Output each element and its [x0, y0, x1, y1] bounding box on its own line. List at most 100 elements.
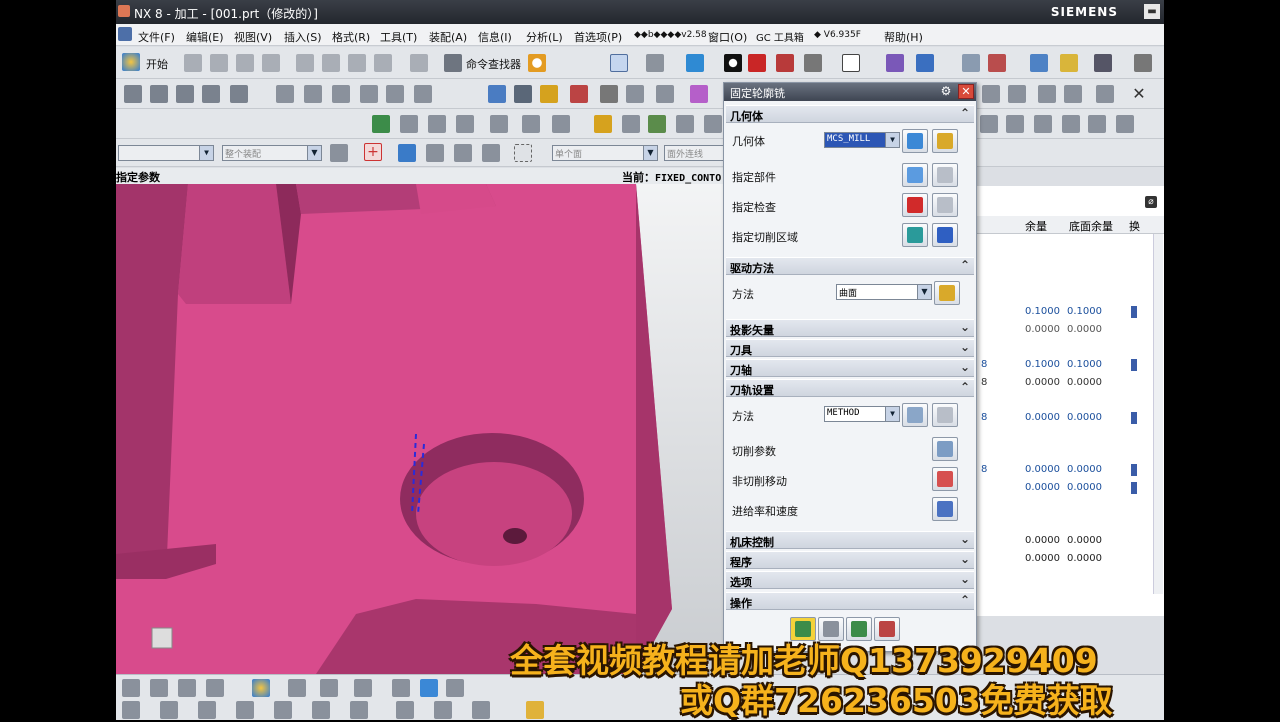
table-icon[interactable]: [962, 54, 980, 72]
op-tool-4-icon[interactable]: [490, 115, 508, 133]
assembly-filter[interactable]: 整个装配 ▼: [222, 145, 322, 161]
open-icon[interactable]: [210, 54, 228, 72]
nav-row[interactable]: 8 0.0000 0.0000: [977, 462, 1153, 479]
red-cube-icon[interactable]: [748, 54, 766, 72]
arrow-icon[interactable]: [398, 144, 416, 162]
create-geometry-icon[interactable]: [176, 85, 194, 103]
copy-icon[interactable]: [322, 54, 340, 72]
wcs-icon[interactable]: [916, 54, 934, 72]
bottom-tool-20-icon[interactable]: [434, 701, 452, 719]
menu-edit[interactable]: 编辑(E): [186, 29, 224, 45]
op-tool-8-icon[interactable]: [622, 115, 640, 133]
zoom-icon[interactable]: [1008, 85, 1026, 103]
create-program-icon[interactable]: [124, 85, 142, 103]
create-operation-icon[interactable]: [230, 85, 248, 103]
section-actions[interactable]: 操作 ⌃: [726, 592, 974, 610]
render-style-icon[interactable]: [646, 54, 664, 72]
op-tool-7-icon[interactable]: [594, 115, 612, 133]
section-options[interactable]: 选项 ⌄: [726, 571, 974, 589]
menu-version[interactable]: ◆ V6.935F: [814, 30, 861, 40]
select-feature-icon[interactable]: [454, 144, 472, 162]
nav-row[interactable]: 0.0000 0.0000: [977, 322, 1153, 339]
bottom-tool-10-icon[interactable]: [420, 679, 438, 697]
op-tool-17-icon[interactable]: [1116, 115, 1134, 133]
edit-op-icon[interactable]: [414, 85, 432, 103]
menu-assembly[interactable]: 装配(A): [429, 29, 467, 45]
fit-view-icon[interactable]: [610, 54, 628, 72]
section-program[interactable]: 程序 ⌄: [726, 551, 974, 569]
bottom-tool-17-icon[interactable]: [312, 701, 330, 719]
list-icon[interactable]: [570, 85, 588, 103]
bottom-tool-1-icon[interactable]: [122, 679, 140, 697]
verify-icon[interactable]: [540, 85, 558, 103]
bottom-tool-14-icon[interactable]: [198, 701, 216, 719]
layer-icon[interactable]: [776, 54, 794, 72]
nav-row[interactable]: 8 0.1000 0.1000: [977, 357, 1153, 374]
bottom-tool-12-icon[interactable]: [122, 701, 140, 719]
face-rule[interactable]: 单个面 ▼: [552, 145, 658, 161]
section-geometry[interactable]: 几何体 ⌃: [726, 105, 974, 123]
start-icon[interactable]: [122, 53, 140, 71]
new-geometry-button[interactable]: [902, 129, 928, 153]
edit-drive-button[interactable]: [934, 281, 960, 305]
curve-rule[interactable]: 面外连线: [664, 145, 724, 161]
op-tool-12-icon[interactable]: [980, 115, 998, 133]
shop-doc-icon[interactable]: [626, 85, 644, 103]
section-path-settings[interactable]: 刀轨设置 ⌃: [726, 379, 974, 397]
print-icon[interactable]: [262, 54, 280, 72]
bottom-tool-19-icon[interactable]: [396, 701, 414, 719]
background-icon[interactable]: [842, 54, 860, 72]
measure-icon[interactable]: [988, 54, 1006, 72]
command-finder[interactable]: 命令查找器: [466, 56, 521, 72]
section-icon[interactable]: [804, 54, 822, 72]
graphics-window[interactable]: [116, 184, 728, 674]
display-cut-area-button[interactable]: [932, 223, 958, 247]
section-projection[interactable]: 投影矢量 ⌄: [726, 319, 974, 337]
display-check-button[interactable]: [932, 193, 958, 217]
machine-view-icon[interactable]: [304, 85, 322, 103]
type-filter[interactable]: ▼: [118, 145, 214, 161]
undo-icon[interactable]: [410, 54, 428, 72]
bottom-tool-5-icon[interactable]: [252, 679, 270, 697]
geometry-select[interactable]: MCS_MILL ▼: [824, 132, 900, 148]
batch-icon[interactable]: [690, 85, 708, 103]
op-tool-14-icon[interactable]: [1034, 115, 1052, 133]
sketch-icon[interactable]: [1030, 54, 1048, 72]
nav-row[interactable]: 0.0000 0.0000: [977, 551, 1153, 568]
close-button[interactable]: ✕: [958, 84, 974, 99]
paste-icon[interactable]: [348, 54, 366, 72]
op-tool-11-icon[interactable]: [704, 115, 722, 133]
move-object-icon[interactable]: [886, 54, 904, 72]
menu-gc-toolbox[interactable]: GC 工具箱: [756, 29, 804, 44]
menu-insert[interactable]: 插入(S): [284, 29, 322, 45]
bottom-tool-2-icon[interactable]: [150, 679, 168, 697]
bottom-tool-13-icon[interactable]: [160, 701, 178, 719]
section-machine[interactable]: 机床控制 ⌄: [726, 531, 974, 549]
filter-icon[interactable]: [330, 144, 348, 162]
gear-icon[interactable]: ⚙: [938, 84, 954, 99]
edit-geometry-button[interactable]: [932, 129, 958, 153]
menu-plugin[interactable]: ◆◆b◆◆◆◆v2.58: [634, 30, 707, 40]
minimize-button[interactable]: ▬: [1144, 4, 1160, 19]
op-tool-1-icon[interactable]: [400, 115, 418, 133]
nav-row[interactable]: 0.0000 0.0000: [977, 480, 1153, 497]
program-view-icon[interactable]: [276, 85, 294, 103]
op-tool-5-icon[interactable]: [522, 115, 540, 133]
cut-params-button[interactable]: [932, 437, 958, 461]
op-tool-2-icon[interactable]: [428, 115, 446, 133]
section-drive[interactable]: 驱动方法 ⌃: [726, 257, 974, 275]
menu-format[interactable]: 格式(R): [332, 29, 370, 45]
snap-point-icon[interactable]: +: [364, 143, 382, 161]
view-orient-icon[interactable]: [724, 54, 742, 72]
op-tool-16-icon[interactable]: [1088, 115, 1106, 133]
feeds-button[interactable]: [932, 497, 958, 521]
touch-mode-icon[interactable]: [528, 54, 546, 72]
section-tool[interactable]: 刀具 ⌄: [726, 339, 974, 357]
op-tool-3-icon[interactable]: [456, 115, 474, 133]
close-x-icon[interactable]: ✕: [1130, 85, 1148, 103]
menu-help[interactable]: 帮助(H): [884, 29, 923, 45]
specify-cut-area-button[interactable]: [902, 223, 928, 247]
method-select[interactable]: METHOD ▼: [824, 406, 900, 422]
nav-row[interactable]: 8 0.0000 0.0000: [977, 375, 1153, 392]
nav-row[interactable]: 8 0.0000 0.0000: [977, 410, 1153, 427]
